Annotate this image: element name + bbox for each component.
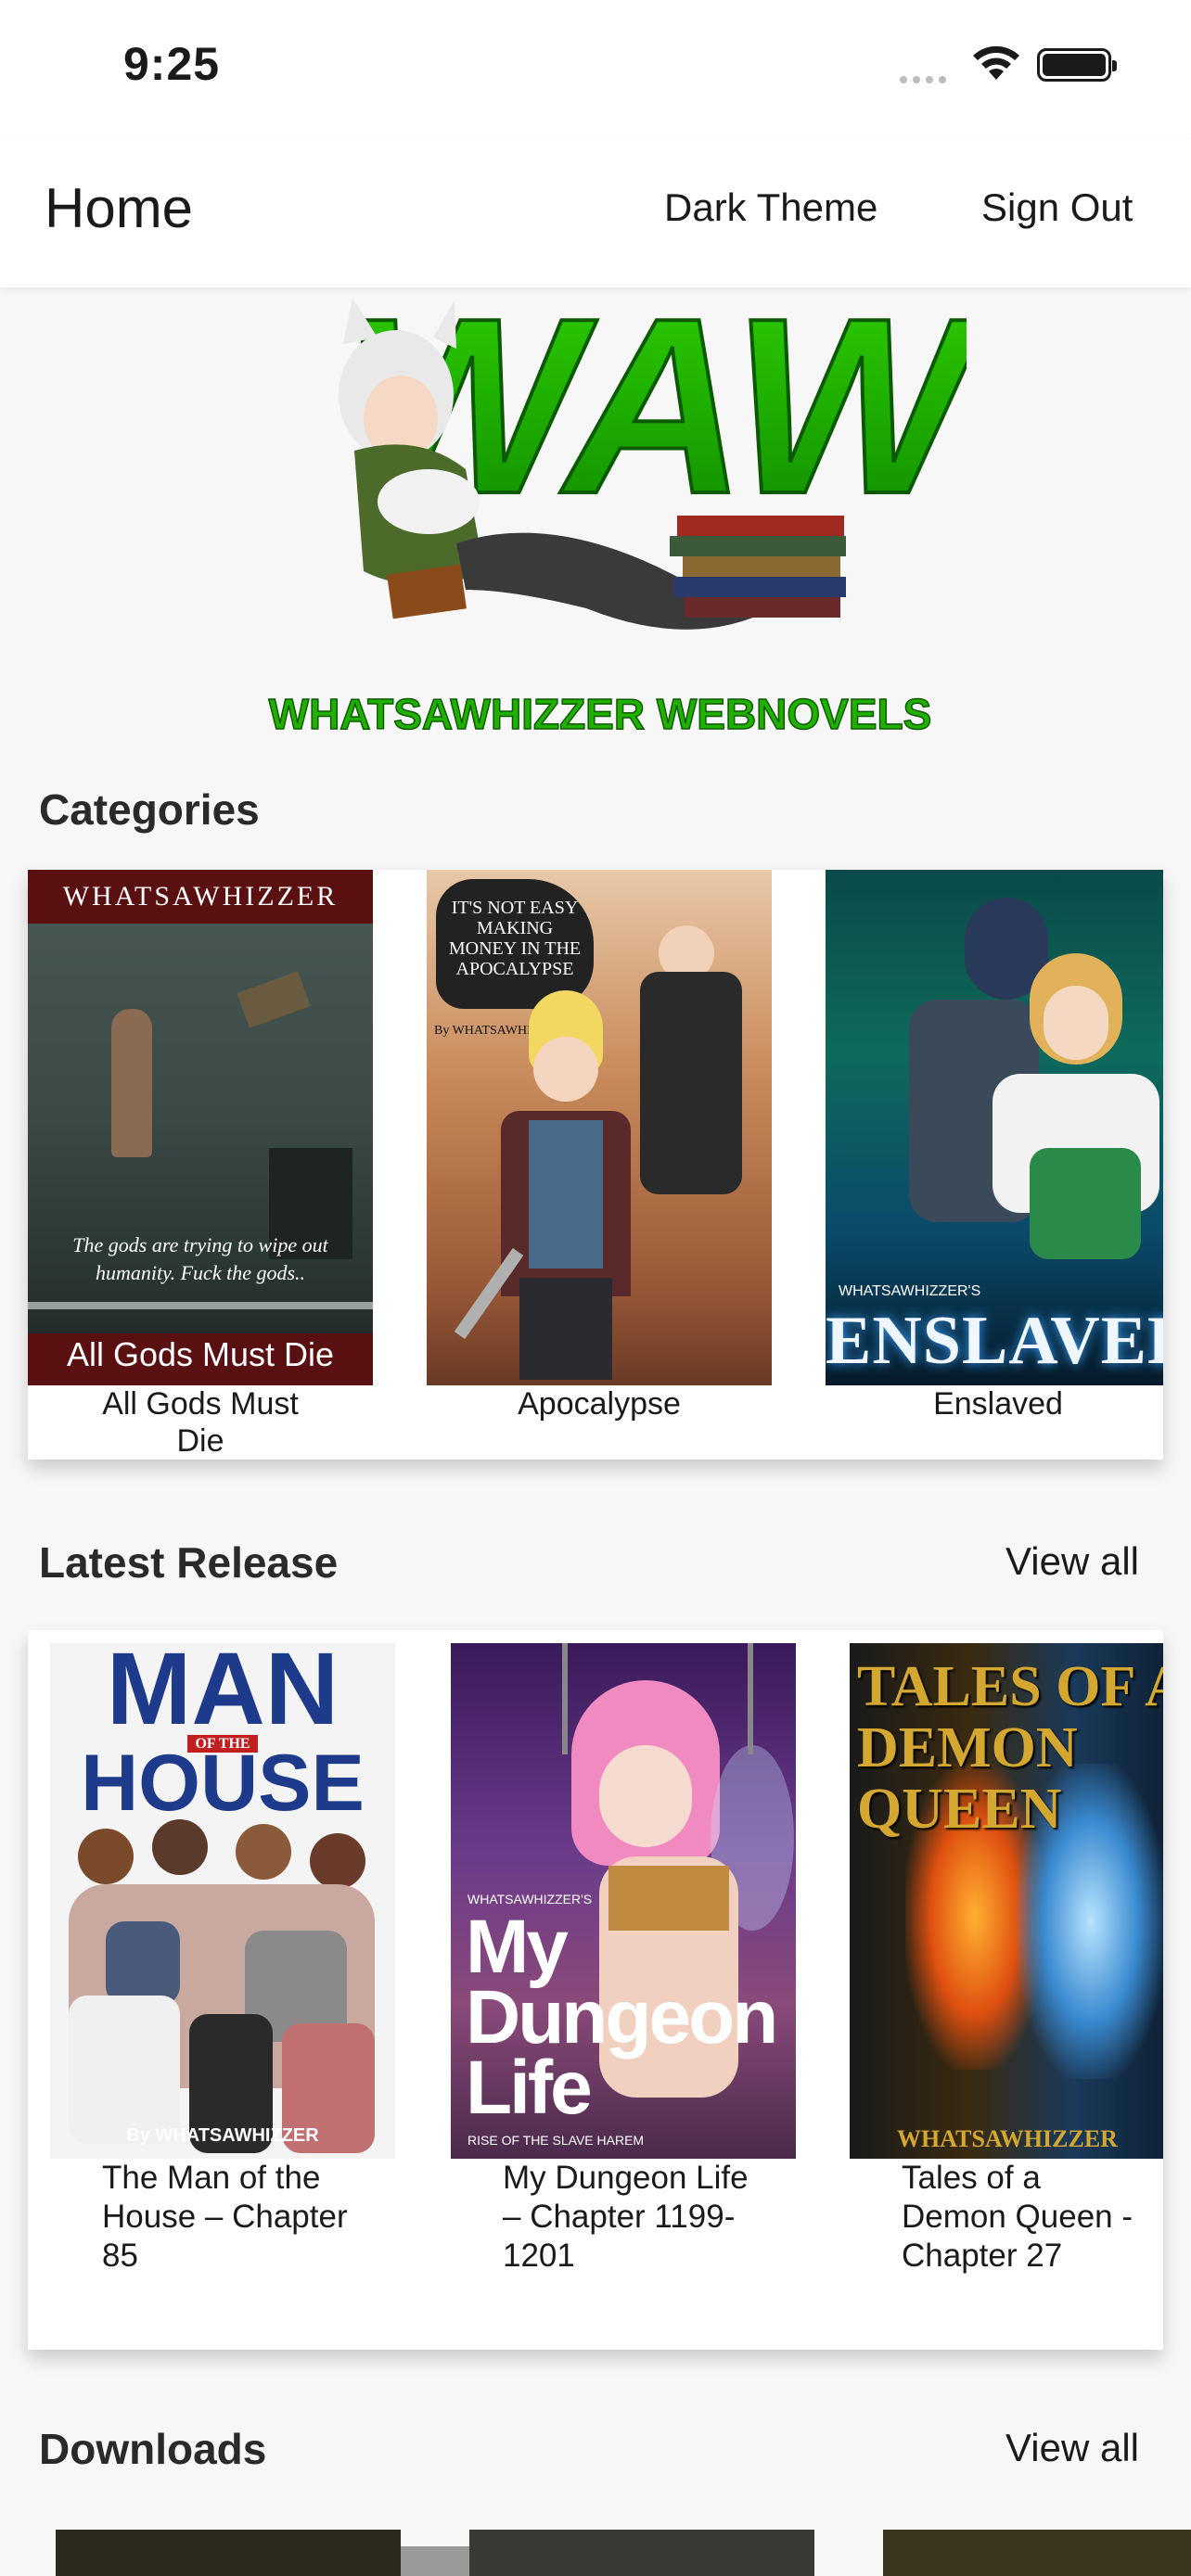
download-card[interactable] (56, 2530, 401, 2576)
latest-release-heading: Latest Release (39, 1538, 339, 1587)
category-label: All Gods Must Die (102, 1386, 299, 1459)
release-label: Tales of a Demon Queen - Chapter 27 (902, 2160, 1133, 2274)
banner-logo-image: WAW WHATSAWHIZZER WEBNOVELS (234, 265, 989, 753)
sign-out-button[interactable]: Sign Out (981, 185, 1133, 230)
downloads-heading: Downloads (39, 2425, 267, 2473)
release-label: My Dungeon Life – Chapter 1199-1201 (503, 2160, 749, 2274)
cover-image: WHATSAWHIZZER The gods are trying to wip… (28, 870, 373, 1385)
latest-release-view-all-button[interactable]: View all (1005, 1539, 1139, 1584)
release-card-my-dungeon-life[interactable]: WHATSAWHIZZER'S My Dungeon Life RISE OF … (451, 1643, 796, 2276)
download-card[interactable] (883, 2530, 1191, 2576)
category-card-apocalypse[interactable]: IT'S NOT EASY MAKING MONEY IN THE APOCAL… (427, 870, 772, 1422)
downloads-view-all-button[interactable]: View all (1005, 2426, 1139, 2470)
page-title: Home (45, 177, 194, 239)
downloads-carousel[interactable] (56, 2530, 1191, 2576)
app-bar: Home Dark Theme Sign Out (0, 139, 1191, 287)
cellular-signal-icon (900, 76, 946, 83)
cover-image: WHATSAWHIZZER'S ENSLAVED (826, 870, 1163, 1385)
categories-carousel[interactable]: WHATSAWHIZZER The gods are trying to wip… (28, 870, 1163, 1460)
cover-image: IT'S NOT EASY MAKING MONEY IN THE APOCAL… (427, 870, 772, 1385)
status-bar: 9:25 (0, 0, 1191, 139)
category-card-enslaved[interactable]: WHATSAWHIZZER'S ENSLAVED Enslaved (826, 870, 1163, 1422)
release-card-man-of-the-house[interactable]: MAN OF THE HOUSE By WHATSAWHIZZER The Ma… (50, 1643, 395, 2276)
category-label: Apocalypse (518, 1386, 681, 1422)
svg-text:WHATSAWHIZZER WEBNOVELS: WHATSAWHIZZER WEBNOVELS (269, 690, 932, 738)
status-time: 9:25 (123, 38, 221, 90)
release-card-tales-of-a-demon-queen[interactable]: TALES OF A DEMON QUEEN WHATSAWHIZZER Tal… (850, 1643, 1163, 2276)
cover-image: TALES OF A DEMON QUEEN WHATSAWHIZZER (850, 1643, 1163, 2159)
cover-image: MAN OF THE HOUSE By WHATSAWHIZZER (50, 1643, 395, 2159)
download-card[interactable] (469, 2530, 814, 2576)
dark-theme-button[interactable]: Dark Theme (664, 185, 877, 230)
cover-image: WHATSAWHIZZER'S My Dungeon Life RISE OF … (451, 1643, 796, 2159)
category-card-all-gods-must-die[interactable]: WHATSAWHIZZER The gods are trying to wip… (28, 870, 373, 1460)
wifi-icon (973, 45, 1019, 80)
category-label: Enslaved (933, 1386, 1063, 1422)
categories-heading: Categories (39, 785, 260, 834)
release-label: The Man of the House – Chapter 85 (102, 2160, 348, 2274)
download-card-divider (401, 2546, 475, 2576)
latest-release-carousel[interactable]: MAN OF THE HOUSE By WHATSAWHIZZER The Ma… (28, 1630, 1163, 2350)
battery-icon (1037, 48, 1117, 82)
